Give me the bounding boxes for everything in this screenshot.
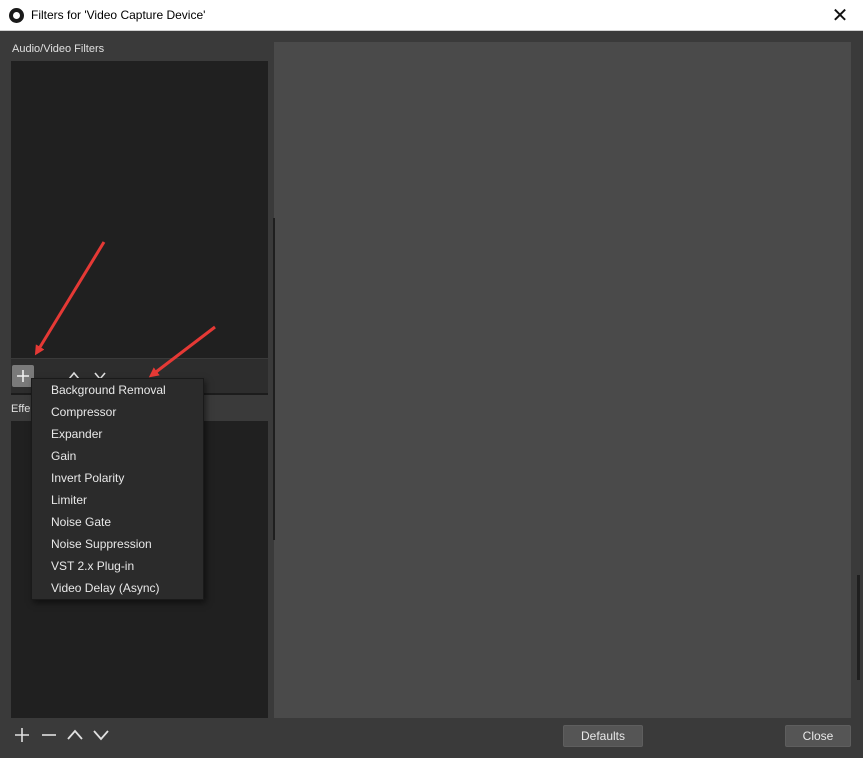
menu-item-invert-polarity[interactable]: Invert Polarity bbox=[32, 467, 203, 489]
menu-item-gain[interactable]: Gain bbox=[32, 445, 203, 467]
av-filters-label: Audio/Video Filters bbox=[12, 43, 105, 55]
effect-filters-toolbar bbox=[11, 724, 121, 748]
menu-item-expander[interactable]: Expander bbox=[32, 423, 203, 445]
defaults-button[interactable]: Defaults bbox=[563, 725, 643, 747]
close-button[interactable]: Close bbox=[785, 725, 851, 747]
menu-item-video-delay[interactable]: Video Delay (Async) bbox=[32, 577, 203, 599]
menu-item-compressor[interactable]: Compressor bbox=[32, 401, 203, 423]
close-icon[interactable]: ✕ bbox=[817, 0, 863, 30]
menu-item-noise-gate[interactable]: Noise Gate bbox=[32, 511, 203, 533]
minus-icon bbox=[42, 734, 56, 736]
plus-icon bbox=[15, 728, 29, 742]
effect-move-down-button[interactable] bbox=[90, 724, 112, 746]
remove-effect-button[interactable] bbox=[38, 724, 60, 746]
menu-item-noise-suppression[interactable]: Noise Suppression bbox=[32, 533, 203, 555]
filter-preview-area bbox=[274, 42, 851, 718]
menu-item-background-removal[interactable]: Background Removal bbox=[32, 379, 203, 401]
chevron-up-icon bbox=[67, 729, 83, 740]
chevron-down-icon bbox=[93, 730, 109, 741]
plus-icon bbox=[17, 370, 29, 382]
obs-logo-icon bbox=[9, 8, 24, 23]
add-filter-context-menu: Background Removal Compressor Expander G… bbox=[31, 378, 204, 600]
window-title: Filters for 'Video Capture Device' bbox=[31, 8, 206, 22]
title-bar: Filters for 'Video Capture Device' ✕ bbox=[0, 0, 863, 31]
add-effect-button[interactable] bbox=[11, 724, 33, 746]
scrollbar-edge bbox=[857, 575, 860, 680]
av-filters-list[interactable] bbox=[11, 61, 268, 358]
menu-item-vst-plugin[interactable]: VST 2.x Plug-in bbox=[32, 555, 203, 577]
effect-filters-label: Effe bbox=[11, 403, 31, 415]
panel-divider[interactable] bbox=[273, 218, 275, 540]
menu-item-limiter[interactable]: Limiter bbox=[32, 489, 203, 511]
effect-move-up-button[interactable] bbox=[64, 724, 86, 746]
